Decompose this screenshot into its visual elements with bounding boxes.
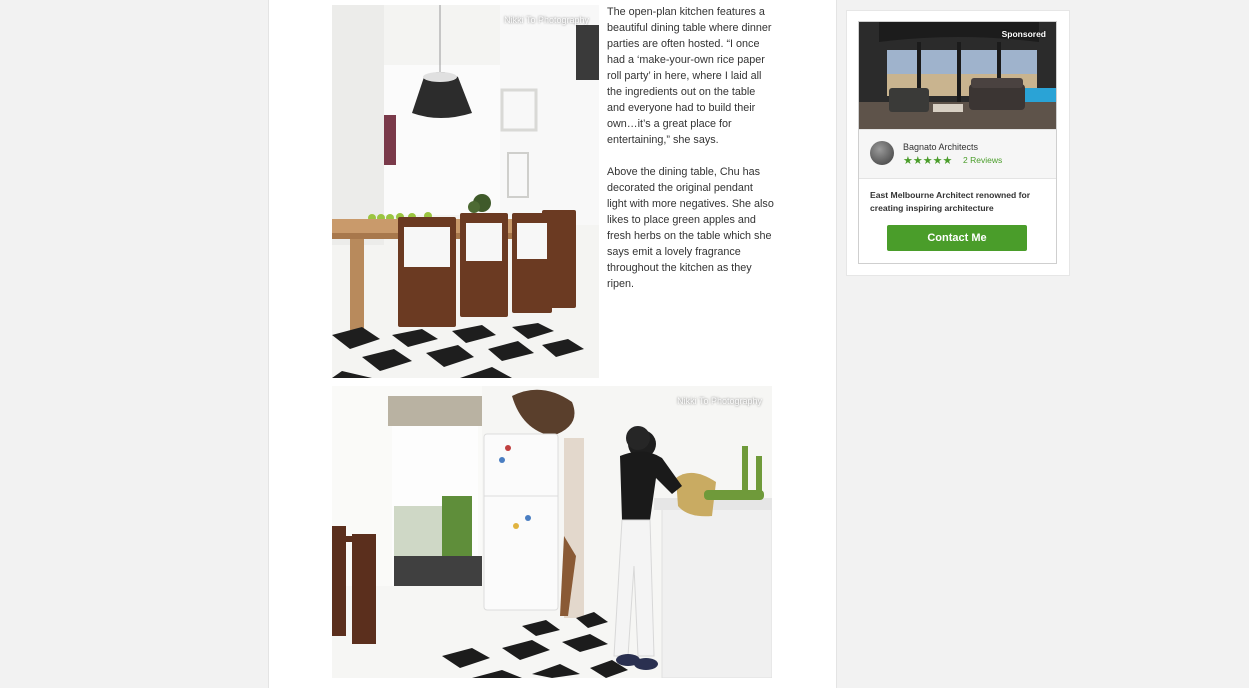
kitchen-photo[interactable]: Nikki To Photography [332,386,772,678]
article-body: The open-plan kitchen features a beautif… [607,4,775,308]
ad-description: East Melbourne Architect renowned for cr… [870,190,1031,213]
avatar[interactable] [870,141,894,165]
dining-room-illustration [332,5,599,378]
dining-room-photo[interactable]: Nikki To Photography [332,5,599,378]
pro-info[interactable]: Bagnato Architects ★★★★★ 2 Reviews [859,129,1056,179]
star-rating-icon: ★★★★★ [903,155,953,167]
article-column: Nikki To Photography The open-plan kitch… [268,0,837,688]
ad-image[interactable]: Sponsored [859,22,1056,129]
pro-name[interactable]: Bagnato Architects [903,142,978,152]
contact-me-button[interactable]: Contact Me [887,225,1027,251]
kitchen-illustration [332,386,772,678]
sponsored-ad-card[interactable]: Sponsored Bagnato Architects ★★★★★ 2 Rev… [858,21,1057,264]
photo-credit: Nikki To Photography [504,15,589,25]
photo-credit: Nikki To Photography [677,396,762,406]
article-paragraph: The open-plan kitchen features a beautif… [607,6,772,146]
reviews-link[interactable]: 2 Reviews [963,155,1002,165]
sidebar-ad-container: Sponsored Bagnato Architects ★★★★★ 2 Rev… [846,10,1070,276]
sponsored-label: Sponsored [1001,29,1046,39]
article-paragraph: Above the dining table, Chu has decorate… [607,166,774,290]
